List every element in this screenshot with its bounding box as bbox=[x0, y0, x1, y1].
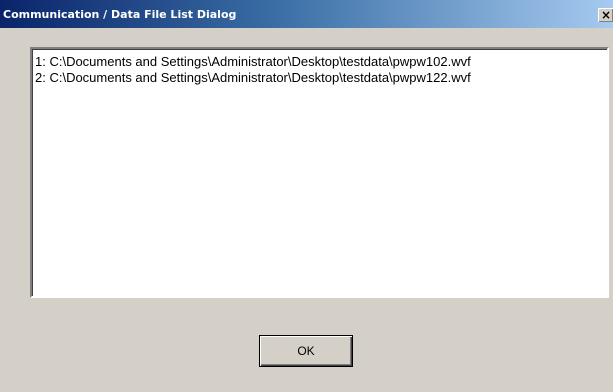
dialog-window: Communication / Data File List Dialog × … bbox=[0, 0, 613, 392]
window-title: Communication / Data File List Dialog bbox=[3, 8, 237, 21]
list-item[interactable]: 1: C:\Documents and Settings\Administrat… bbox=[35, 54, 471, 70]
ok-button[interactable]: OK bbox=[259, 335, 353, 367]
file-list: 1: C:\Documents and Settings\Administrat… bbox=[35, 54, 471, 86]
title-bar[interactable]: Communication / Data File List Dialog × bbox=[0, 0, 613, 28]
close-button[interactable]: × bbox=[598, 8, 613, 22]
close-icon: × bbox=[601, 8, 612, 22]
list-item[interactable]: 2: C:\Documents and Settings\Administrat… bbox=[35, 70, 471, 86]
file-listbox[interactable]: 1: C:\Documents and Settings\Administrat… bbox=[30, 47, 609, 298]
